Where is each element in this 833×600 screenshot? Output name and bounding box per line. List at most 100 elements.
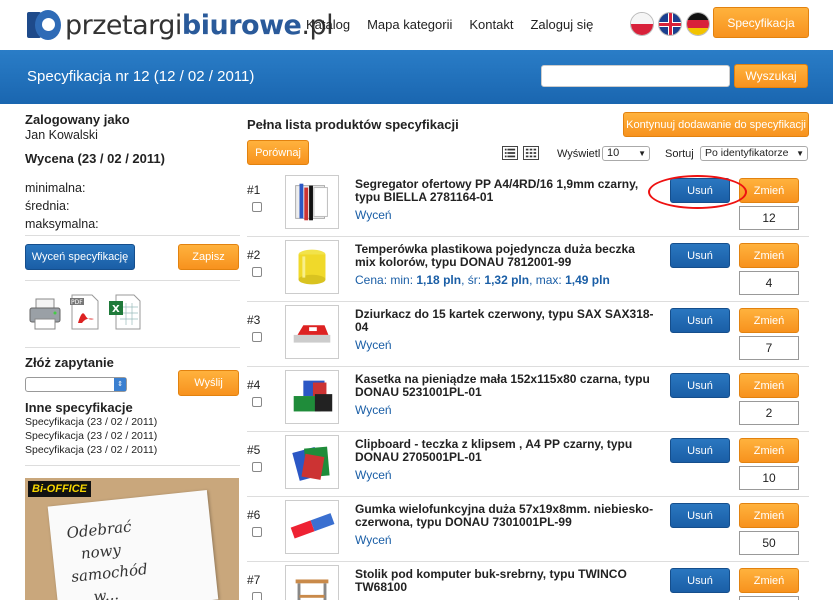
quantity-field[interactable]: 7: [739, 336, 799, 360]
product-thumbnail[interactable]: [285, 435, 339, 489]
row-number: #3: [247, 313, 261, 327]
pdf-icon[interactable]: PDF: [68, 293, 102, 331]
svg-text:PDF: PDF: [71, 299, 83, 306]
language-flags: [630, 12, 710, 36]
continue-adding-button[interactable]: Kontynuuj dodawanie do specyfikacji: [623, 112, 809, 137]
top-bar: przetargibiurowe.pl Katalog Mapa kategor…: [0, 0, 833, 50]
avg-label: średnia:: [25, 199, 70, 213]
row-number: #6: [247, 508, 261, 522]
valuate-link[interactable]: Wyceń: [355, 403, 392, 417]
valuate-link[interactable]: Wyceń: [355, 338, 392, 352]
change-button[interactable]: Zmień: [739, 373, 799, 398]
other-spec-link[interactable]: Specyfikacja (23 / 02 / 2011): [25, 443, 157, 457]
change-button[interactable]: Zmień: [739, 503, 799, 528]
inquiry-title: Złóż zapytanie: [25, 355, 114, 370]
row-checkbox[interactable]: [252, 592, 262, 600]
site-logo[interactable]: przetargibiurowe.pl: [27, 8, 334, 42]
change-button[interactable]: Zmień: [739, 178, 799, 203]
product-thumbnail[interactable]: [285, 370, 339, 424]
export-icons: PDF X: [28, 293, 142, 331]
row-checkbox[interactable]: [252, 267, 262, 277]
nav-category-map[interactable]: Mapa kategorii: [367, 17, 452, 32]
send-button[interactable]: Wyślij: [178, 370, 239, 396]
ad-handwriting: Odebrać nowy samochód w...: [65, 517, 149, 600]
flag-pl-icon[interactable]: [630, 12, 654, 36]
quantity-field[interactable]: 12: [739, 206, 799, 230]
row-checkbox[interactable]: [252, 527, 262, 537]
product-thumbnail[interactable]: [285, 305, 339, 359]
select-arrow-icon: ▼: [796, 149, 804, 158]
other-spec-link[interactable]: Specyfikacja (23 / 02 / 2011): [25, 429, 157, 443]
change-button[interactable]: Zmień: [739, 308, 799, 333]
product-name[interactable]: Clipboard - teczka z klipsem , A4 PP cza…: [355, 438, 655, 464]
delete-button[interactable]: Usuń: [670, 438, 730, 463]
specification-button[interactable]: Specyfikacja: [713, 7, 809, 38]
quantity-field[interactable]: [739, 596, 799, 600]
quantity-field[interactable]: 50: [739, 531, 799, 555]
valuate-link[interactable]: Wyceń: [355, 208, 392, 222]
grid-view-icon[interactable]: [523, 146, 539, 160]
quantity-field[interactable]: 4: [739, 271, 799, 295]
row-number: #4: [247, 378, 261, 392]
row-number: #2: [247, 248, 261, 262]
min-label: minimalna:: [25, 181, 86, 195]
search-button[interactable]: Wyszukaj: [734, 64, 808, 88]
product-row: #7 Stolik pod komputer buk-srebrny, typu …: [247, 562, 809, 600]
list-view-icon[interactable]: [502, 146, 518, 160]
product-row: #2 Temperówka plastikowa pojedyncza duża …: [247, 237, 809, 302]
product-thumbnail[interactable]: [285, 565, 339, 600]
product-row: #3 Dziurkacz do 15 kartek czerwony, typu …: [247, 302, 809, 367]
row-number: #1: [247, 183, 261, 197]
row-checkbox[interactable]: [252, 332, 262, 342]
inquiry-select[interactable]: ⇕: [25, 377, 127, 392]
svg-text:X: X: [112, 304, 120, 315]
printer-icon[interactable]: [28, 293, 62, 331]
flag-de-icon[interactable]: [686, 12, 710, 36]
product-name[interactable]: Dziurkacz do 15 kartek czerwony, typu SA…: [355, 308, 655, 334]
nav-login[interactable]: Zaloguj się: [530, 17, 593, 32]
product-name[interactable]: Stolik pod komputer buk-srebrny, typu TW…: [355, 568, 655, 594]
delete-button[interactable]: Usuń: [670, 308, 730, 333]
product-list-title: Pełna lista produktów specyfikacji: [247, 117, 459, 132]
valuate-link[interactable]: Wyceń: [355, 533, 392, 547]
row-checkbox[interactable]: [252, 202, 262, 212]
row-number: #7: [247, 573, 261, 587]
sort-select[interactable]: Po identyfikatorze ▼: [700, 146, 808, 161]
quantity-field[interactable]: 2: [739, 401, 799, 425]
other-specs-title: Inne specyfikacje: [25, 400, 133, 415]
valuate-link[interactable]: Wyceń: [355, 468, 392, 482]
flag-uk-icon[interactable]: [658, 12, 682, 36]
save-button[interactable]: Zapisz: [178, 244, 239, 270]
ad-brand-logo: Bi-OFFICE: [28, 481, 91, 497]
delete-button[interactable]: Usuń: [670, 503, 730, 528]
change-button[interactable]: Zmień: [739, 568, 799, 593]
advertisement-banner[interactable]: Bi-OFFICE Odebrać nowy samochód w...: [25, 478, 239, 600]
product-thumbnail[interactable]: [285, 175, 339, 229]
sort-label: Sortuj: [665, 148, 694, 160]
search-input[interactable]: [541, 65, 730, 87]
quantity-field[interactable]: 10: [739, 466, 799, 490]
change-button[interactable]: Zmień: [739, 243, 799, 268]
nav-contact[interactable]: Kontakt: [469, 17, 513, 32]
max-label: maksymalna:: [25, 217, 99, 231]
excel-icon[interactable]: X: [108, 293, 142, 331]
other-spec-link[interactable]: Specyfikacja (23 / 02 / 2011): [25, 415, 157, 429]
valuate-specification-button[interactable]: Wyceń specyfikację: [25, 244, 135, 270]
nav-catalog[interactable]: Katalog: [306, 17, 350, 32]
delete-button[interactable]: Usuń: [670, 568, 730, 593]
product-name[interactable]: Gumka wielofunkcyjna duża 57x19x8mm. nie…: [355, 503, 655, 529]
row-checkbox[interactable]: [252, 397, 262, 407]
product-name[interactable]: Temperówka plastikowa pojedyncza duża be…: [355, 243, 655, 269]
product-thumbnail[interactable]: [285, 500, 339, 554]
select-arrows-icon: ⇕: [114, 378, 126, 391]
delete-button[interactable]: Usuń: [670, 373, 730, 398]
delete-button[interactable]: Usuń: [670, 243, 730, 268]
change-button[interactable]: Zmień: [739, 438, 799, 463]
product-name[interactable]: Kasetka na pieniądze mała 152x115x80 cza…: [355, 373, 655, 399]
logged-as-label: Zalogowany jako: [25, 112, 130, 127]
product-name[interactable]: Segregator ofertowy PP A4/4RD/16 1,9mm c…: [355, 178, 655, 204]
show-count-select[interactable]: 10 ▼: [602, 146, 650, 161]
product-thumbnail[interactable]: [285, 240, 339, 294]
compare-button[interactable]: Porównaj: [247, 140, 309, 165]
row-checkbox[interactable]: [252, 462, 262, 472]
